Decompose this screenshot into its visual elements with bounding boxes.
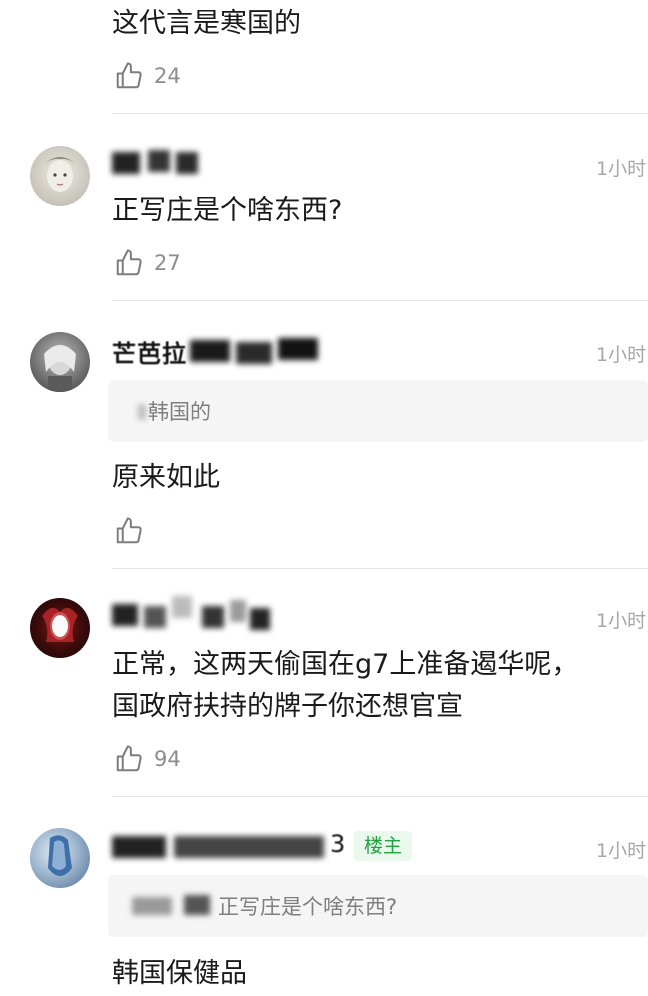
divider — [112, 300, 648, 301]
comment-text: 正常，这两天偷国在g7上准备遏华呢， — [112, 649, 579, 680]
comment-text: 正写庄是个啥东西? — [112, 195, 343, 226]
username-suffix: 3 — [330, 830, 347, 858]
divider — [112, 568, 648, 569]
avatar[interactable] — [30, 332, 90, 392]
avatar-image — [44, 345, 76, 392]
like-count: 24 — [154, 64, 181, 88]
like-button[interactable]: 27 — [114, 246, 181, 280]
comment-feed: 这代言是寒国的 24 1小时 正写庄是个啥东西? 27 芒芭拉 1小时 韩国的 … — [0, 0, 648, 991]
thumbs-up-icon — [116, 62, 142, 89]
timestamp: 1小时 — [596, 158, 647, 180]
quoted-text: 正写庄是个啥东西? — [218, 895, 398, 919]
username[interactable]: 芒芭拉 — [112, 334, 318, 369]
redacted-name — [138, 404, 146, 420]
redacted-name — [112, 836, 166, 858]
timestamp: 1小时 — [596, 840, 647, 862]
username-text: 芒芭拉 — [112, 340, 187, 368]
redacted-name — [172, 596, 192, 618]
thumbs-up-icon — [116, 249, 142, 276]
redacted-name — [250, 608, 270, 630]
thumbs-up-icon — [116, 745, 142, 772]
comment-text: 这代言是寒国的 — [112, 8, 301, 39]
redacted-name — [176, 152, 198, 174]
quoted-reply[interactable]: 韩国的 — [108, 380, 648, 442]
avatar[interactable] — [30, 828, 90, 888]
redacted-name — [132, 897, 172, 915]
avatar-image — [48, 835, 72, 876]
comment-text: 韩国保健品 — [112, 958, 247, 989]
like-count: 94 — [154, 747, 181, 771]
avatar-image — [42, 607, 78, 642]
redacted-name — [174, 836, 324, 858]
redacted-name — [236, 342, 272, 364]
avatar[interactable] — [30, 146, 90, 206]
thumbs-up-icon — [116, 517, 142, 544]
redacted-name — [144, 606, 166, 628]
timestamp: 1小时 — [596, 344, 647, 366]
divider — [112, 796, 648, 797]
avatar[interactable] — [30, 598, 90, 658]
owner-badge: 楼主 — [354, 831, 412, 861]
redacted-name — [112, 152, 140, 174]
quoted-text: 韩国的 — [148, 400, 211, 424]
like-button[interactable] — [114, 514, 154, 548]
redacted-name — [230, 600, 246, 622]
redacted-name — [202, 606, 224, 628]
redacted-name — [190, 340, 230, 362]
avatar-image — [42, 157, 78, 192]
redacted-name — [184, 895, 210, 915]
comment-text: 原来如此 — [112, 462, 220, 493]
like-button[interactable]: 94 — [114, 742, 181, 776]
comment-text: 国政府扶持的牌子你还想官宣 — [112, 691, 463, 722]
redacted-name — [278, 338, 318, 360]
timestamp: 1小时 — [596, 610, 647, 632]
divider — [112, 113, 648, 114]
like-button[interactable]: 24 — [114, 59, 181, 93]
redacted-name — [148, 150, 170, 172]
redacted-name — [112, 604, 138, 626]
like-count: 27 — [154, 251, 181, 275]
quoted-reply[interactable]: 正写庄是个啥东西? — [108, 875, 648, 937]
